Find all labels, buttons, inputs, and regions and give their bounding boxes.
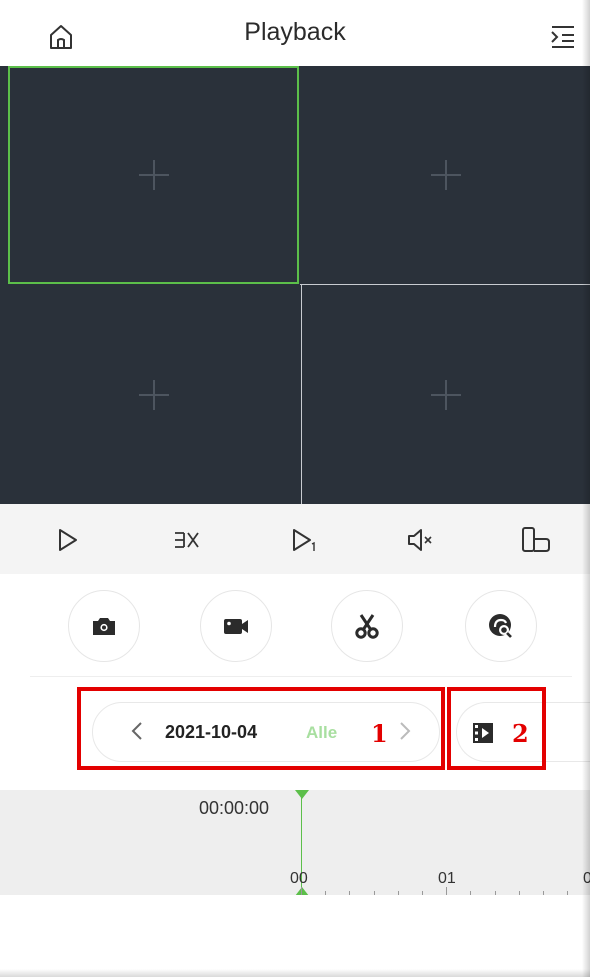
search-icon	[489, 614, 512, 638]
timeline-tick	[301, 887, 302, 895]
timeline-cursor-bottom	[295, 887, 309, 895]
timeline-tick	[325, 891, 326, 895]
timeline-tick	[398, 891, 399, 895]
timeline-tick	[519, 891, 520, 895]
add-channel-icon[interactable]	[138, 160, 169, 190]
timeline-tick	[567, 891, 568, 895]
video-cell-1[interactable]	[8, 66, 299, 284]
add-channel-icon[interactable]	[431, 160, 461, 190]
timeline-tick	[543, 891, 544, 895]
search-button[interactable]	[465, 590, 537, 662]
rotate-screen-icon[interactable]	[520, 524, 552, 556]
timeline-hour-label: 00	[290, 870, 308, 887]
timeline-tick	[446, 887, 447, 895]
timeline-tick	[349, 891, 350, 895]
video-cell-2[interactable]	[302, 66, 590, 284]
scissors-icon	[355, 614, 379, 639]
add-channel-icon[interactable]	[431, 380, 461, 410]
annotation-label-1: 1	[371, 719, 388, 748]
mute-icon[interactable]	[404, 524, 436, 556]
timeline-tick	[470, 891, 471, 895]
video-cell-4[interactable]	[302, 286, 590, 504]
snapshot-icon	[93, 618, 115, 635]
record-button[interactable]	[200, 590, 272, 662]
timeline-tick	[422, 891, 423, 895]
clip-button[interactable]	[331, 590, 403, 662]
annotation-box-2	[447, 687, 546, 770]
speed-icon[interactable]	[171, 524, 203, 556]
playback-toolbar	[0, 504, 590, 574]
timeline-cursor-top	[295, 790, 309, 799]
timeline[interactable]: 00:00:00 00 01 0	[0, 790, 590, 895]
timeline-tick	[495, 891, 496, 895]
timeline-tick	[374, 891, 375, 895]
annotation-box-1	[77, 687, 445, 770]
video-grid	[0, 66, 590, 504]
divider	[30, 676, 572, 677]
timeline-hour-label: 0	[583, 870, 590, 887]
play-icon[interactable]	[52, 524, 84, 556]
single-frame-icon[interactable]	[288, 524, 320, 556]
app-header: Playback	[0, 0, 590, 66]
current-time: 00:00:00	[199, 798, 270, 818]
function-panel	[0, 574, 590, 676]
page-title: Playback	[244, 18, 346, 46]
grid-divider	[300, 284, 590, 285]
video-cell-3[interactable]	[8, 286, 300, 504]
annotation-label-2: 2	[512, 719, 529, 748]
timeline-hour-label: 01	[438, 870, 456, 887]
add-channel-icon[interactable]	[139, 380, 169, 410]
grid-divider	[301, 284, 302, 504]
record-icon	[224, 619, 248, 634]
snapshot-button[interactable]	[68, 590, 140, 662]
menu-collapse-icon[interactable]	[548, 22, 578, 52]
